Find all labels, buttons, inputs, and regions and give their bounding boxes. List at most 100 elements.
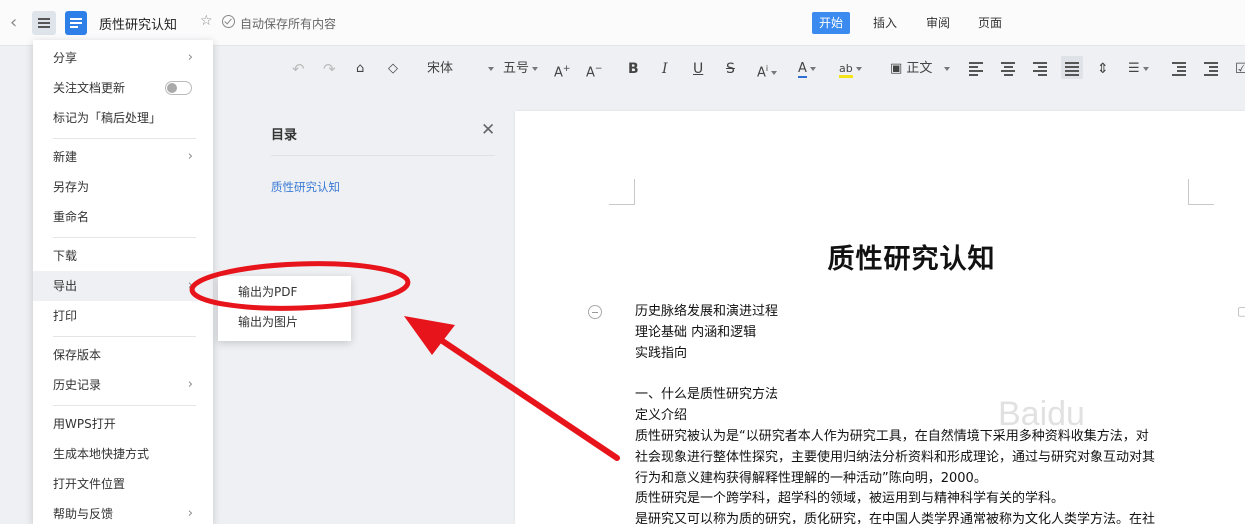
checkbox-list-icon[interactable]: ☑ [1235,60,1245,78]
font-shrink-icon[interactable]: A− [586,60,602,80]
doc-line: 是研究又可以称为质的研究，质化研究，在中国人类学界通常被称为文化人类学方法。在社 [635,512,1156,524]
underline-icon[interactable]: U [693,60,703,78]
doc-line: 实践指向 [635,346,688,361]
document-page[interactable]: 质性研究认知 ▢ 历史脉络发展和演进过程 理论基础 内涵和逻辑 实践指向 一、什… [515,111,1245,524]
menu-item-shortcut[interactable]: 生成本地快捷方式 [33,439,213,469]
tab-review[interactable]: 审阅 [919,12,957,34]
undo-icon[interactable]: ↶ [292,60,305,78]
menu-item-label: 打开文件位置 [53,477,126,491]
menu-item-label: 分享 [53,51,78,65]
menu-item-save-version[interactable]: 保存版本 [33,340,213,370]
menu-divider [53,336,196,337]
doc-line: 社会现象进行整体性探究，主要使用归纳法分析资料和形成理论，通过与研究对象互动对其 [635,450,1156,465]
menu-item-new[interactable]: 新建 › [33,142,213,172]
superscript-icon[interactable]: Ai [757,60,778,80]
italic-icon[interactable]: I [662,60,668,78]
export-submenu: 输出为PDF 输出为图片 [218,276,351,341]
menu-item-share[interactable]: 分享 › [33,43,213,73]
back-icon[interactable]: ‹ [10,14,28,32]
close-icon[interactable]: ✕ [481,120,495,140]
tab-start[interactable]: 开始 [812,12,851,34]
chevron-right-icon: › [187,506,193,521]
toc-divider [271,155,495,156]
menu-item-label: 另存为 [53,180,90,194]
menu-item-save-as[interactable]: 另存为 [33,172,213,202]
toc-item[interactable]: 质性研究认知 [271,179,340,195]
font-size-select[interactable]: 五号 [503,60,543,78]
menu-item-label: 导出 [53,279,78,293]
tab-insert[interactable]: 插入 [866,12,904,34]
align-right-icon[interactable] [1033,61,1047,76]
font-grow-icon[interactable]: A+ [554,60,570,80]
align-left-icon[interactable] [969,61,983,76]
format-painter-icon[interactable]: ⌂ [356,60,364,78]
menu-icon[interactable] [32,11,56,35]
menu-item-label: 生成本地快捷方式 [53,447,150,461]
redo-icon[interactable]: ↷ [323,60,336,78]
chevron-right-icon: › [187,377,193,392]
highlight-icon[interactable]: ab [839,60,867,78]
menu-item-follow-updates[interactable]: 关注文档更新 [33,73,213,103]
chevron-right-icon: › [187,50,193,65]
menu-item-label: 重命名 [53,210,90,224]
arrow-head [404,316,455,355]
doc-line: 一、什么是质性研究方法 [635,387,779,402]
tab-page[interactable]: 页面 [971,12,1009,34]
submenu-item-export-image[interactable]: 输出为图片 [218,307,351,337]
menu-item-label: 下载 [53,249,78,263]
line-spacing-icon[interactable]: ☰ [1128,60,1158,78]
indent-decrease-icon[interactable] [1172,61,1186,76]
submenu-item-export-pdf[interactable]: 输出为PDF [218,277,351,307]
menu-item-open-location[interactable]: 打开文件位置 [33,469,213,499]
check-circle-icon [222,15,235,28]
chevron-right-icon: › [187,278,193,293]
menu-item-label: 保存版本 [53,348,102,362]
paragraph-style-select[interactable]: ▣ 正文 [890,60,951,78]
font-color-icon[interactable]: A [798,60,826,78]
paragraph-style-value: 正文 [906,61,933,76]
menu-divider [53,138,196,139]
collapse-icon[interactable] [588,305,602,319]
font-size-value: 五号 [503,61,530,76]
distribute-icon[interactable]: ⇕ [1097,60,1109,78]
menu-item-history[interactable]: 历史记录 › [33,370,213,400]
font-name-select[interactable]: 宋体 [427,60,494,78]
follow-toggle[interactable] [165,81,192,95]
bold-icon[interactable]: B [628,60,639,78]
margin-corner-left [609,179,635,205]
menu-item-download[interactable]: 下载 [33,241,213,271]
menu-item-print[interactable]: 打印 [33,301,213,331]
strikethrough-icon[interactable]: S [726,60,735,78]
star-icon[interactable]: ☆ [200,13,213,29]
menu-item-label: 用WPS打开 [53,417,116,431]
menu-item-label: 新建 [53,150,78,164]
margin-corner-right [1188,179,1214,205]
document-icon [65,11,87,35]
document-heading: 质性研究认知 [827,244,996,275]
doc-line: 定义介绍 [635,408,688,423]
menu-item-label: 打印 [53,309,78,323]
menu-item-export[interactable]: 导出 › [33,271,213,301]
menu-divider [53,237,196,238]
menu-item-label: 帮助与反馈 [53,507,114,521]
font-name-value: 宋体 [427,61,454,76]
menu-item-label: 关注文档更新 [53,81,126,95]
toc-title: 目录 [271,128,298,143]
align-justify-icon[interactable] [1065,61,1079,76]
menu-item-help[interactable]: 帮助与反馈 › [33,499,213,524]
doc-line: 行为和意义建构获得解释性理解的一种活动”陈向明，2000。 [635,471,987,486]
comment-icon[interactable]: ▢ [1237,304,1245,318]
doc-line: 理论基础 内涵和逻辑 [635,325,757,340]
menu-divider [53,405,196,406]
doc-line: 质性研究是一个跨学科，超学科的领域，被运用到与精神科学有关的学科。 [635,491,1065,506]
menu-item-label: 标记为「稿后处理」 [53,111,162,125]
align-center-icon[interactable] [1001,61,1015,76]
eraser-icon[interactable]: ◇ [388,60,398,78]
menu-item-rename[interactable]: 重命名 [33,202,213,232]
document-title[interactable]: 质性研究认知 [99,14,177,33]
format-toolbar: ↶ ↷ ⌂ ◇ 宋体 五号 A+ A− B I U S Ai A ab ▣ 正文… [213,47,1245,91]
menu-item-mark[interactable]: 标记为「稿后处理」 [33,103,213,133]
menu-item-open-wps[interactable]: 用WPS打开 [33,409,213,439]
indent-increase-icon[interactable] [1204,61,1218,76]
chevron-right-icon: › [187,149,193,164]
